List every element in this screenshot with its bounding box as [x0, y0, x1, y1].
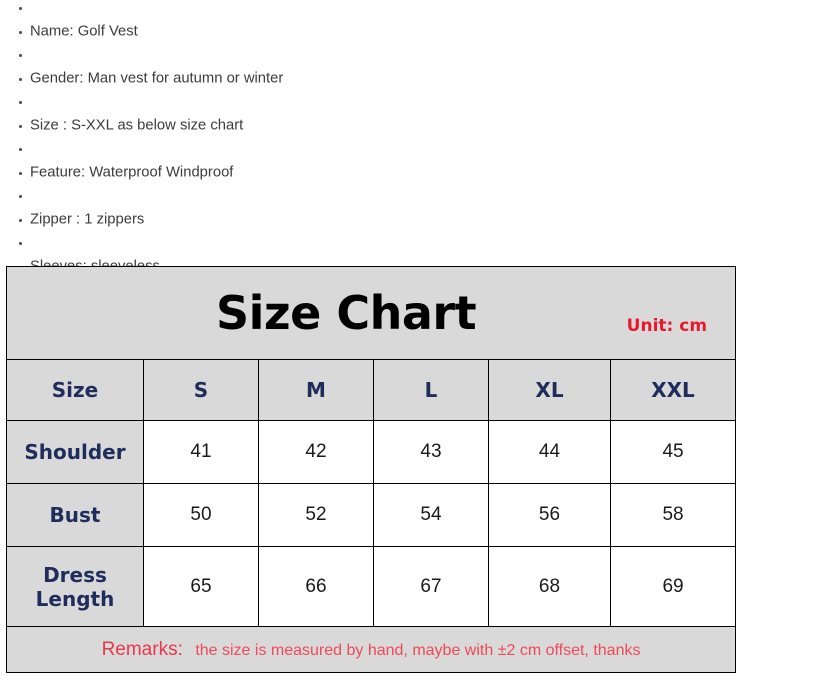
table-row: Shoulder 41 42 43 44 45: [6, 420, 737, 484]
cell-dress-length-s: 65: [143, 546, 259, 627]
unit-note: Unit: cm: [626, 316, 708, 336]
spec-item-label: Gender: Man vest for autumn or winter: [30, 70, 284, 87]
cell-dress-length-xxl: 69: [609, 546, 737, 627]
bullet-spacer: [0, 94, 480, 110]
bullet-spacer: [0, 188, 480, 204]
row-label-shoulder: Shoulder: [6, 420, 144, 484]
bullet-spacer: [0, 0, 480, 16]
row-label-bust: Bust: [6, 483, 144, 547]
page-title: Size Chart: [215, 286, 477, 340]
remarks-text: the size is measured by hand, maybe with…: [195, 641, 641, 659]
column-header-size: Size: [6, 359, 144, 421]
cell-dress-length-l: 67: [373, 546, 489, 627]
size-chart-title-row: Size Chart Unit: cm: [5, 266, 737, 360]
column-header-l: L: [373, 359, 489, 421]
bullet-spacer: [0, 235, 480, 251]
column-header-m: M: [258, 359, 374, 421]
spec-item-size: Size : S-XXL as below size chart: [0, 110, 480, 141]
cell-shoulder-s: 41: [143, 420, 259, 484]
cell-bust-m: 52: [258, 483, 374, 547]
remarks-label: Remarks:: [101, 638, 183, 660]
table-row: Dress Length 65 66 67 68 69: [6, 546, 737, 627]
spec-item-label: Feature: Waterproof Windproof: [30, 164, 234, 181]
bullet-spacer: [0, 141, 480, 157]
spec-item-feature: Feature: Waterproof Windproof: [0, 157, 480, 188]
cell-shoulder-m: 42: [258, 420, 374, 484]
column-header-xxl: XXL: [609, 359, 737, 421]
column-header-xl: XL: [488, 359, 611, 421]
remarks-row: Remarks: the size is measured by hand, m…: [5, 626, 737, 673]
cell-dress-length-m: 66: [258, 546, 374, 627]
cell-shoulder-l: 43: [373, 420, 489, 484]
column-header-s: S: [143, 359, 259, 421]
cell-shoulder-xxl: 45: [609, 420, 737, 484]
cell-bust-s: 50: [143, 483, 259, 547]
row-label-dress-length: Dress Length: [6, 546, 144, 627]
table-header-row: Size S M L XL XXL: [6, 359, 737, 421]
product-spec-list: Name: Golf Vest Gender: Man vest for aut…: [0, 0, 480, 282]
size-chart-title-cell: Size Chart Unit: cm: [5, 266, 737, 360]
spec-item-zipper: Zipper : 1 zippers: [0, 204, 480, 235]
spec-item-label: Name: Golf Vest: [30, 23, 138, 40]
spec-item-label: Zipper : 1 zippers: [30, 211, 145, 228]
cell-dress-length-xl: 68: [488, 546, 611, 627]
table-row: Bust 50 52 54 56 58: [6, 483, 737, 547]
cell-bust-l: 54: [373, 483, 489, 547]
spec-item-gender: Gender: Man vest for autumn or winter: [0, 63, 480, 94]
remarks-cell: Remarks: the size is measured by hand, m…: [5, 626, 737, 673]
spec-item-label: Size : S-XXL as below size chart: [30, 117, 244, 134]
cell-bust-xl: 56: [488, 483, 611, 547]
cell-shoulder-xl: 44: [488, 420, 611, 484]
cell-bust-xxl: 58: [609, 483, 737, 547]
spec-item-name: Name: Golf Vest: [0, 16, 480, 47]
bullet-spacer: [0, 47, 480, 63]
size-chart-table: Size Chart Unit: cm Size S M L XL XXL Sh…: [5, 266, 737, 673]
